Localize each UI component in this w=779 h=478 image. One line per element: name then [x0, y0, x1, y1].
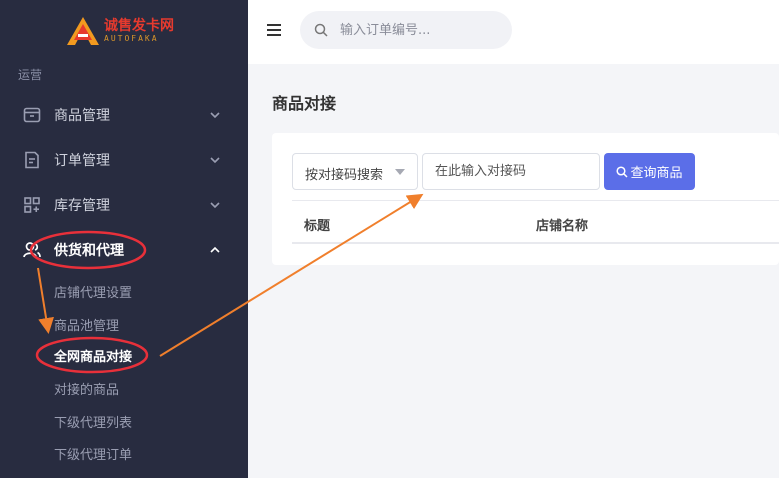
chevron-down-icon [210, 202, 220, 209]
chevron-down-icon [210, 157, 220, 164]
docking-code-input[interactable] [422, 153, 600, 190]
sidebar-subitem-product-pool[interactable]: 商品池管理 [54, 315, 119, 334]
sidebar: 诚售发卡网 AUTOFAKA 运营 商品管理 订单管理 库存管理 供货和代理 店… [0, 0, 248, 478]
sidebar-subitem-sub-agent-list[interactable]: 下级代理列表 [54, 412, 132, 431]
chevron-down-icon [210, 112, 220, 119]
order-search-input[interactable] [340, 11, 505, 49]
search-icon [314, 23, 328, 37]
order-icon [25, 151, 39, 169]
search-type-select[interactable]: 按对接码搜索 [292, 153, 418, 190]
logo-icon [67, 17, 99, 45]
box-icon [23, 107, 41, 123]
sidebar-subitem-sub-agent-orders[interactable]: 下级代理订单 [54, 444, 132, 463]
grid-icon [24, 197, 40, 213]
sidebar-item-inventory[interactable]: 库存管理 [0, 185, 248, 225]
query-products-button[interactable]: 查询商品 [604, 153, 695, 190]
search-card: 按对接码搜索 查询商品 标题 店铺名称 [272, 133, 779, 265]
sidebar-item-supply-agent[interactable]: 供货和代理 [0, 230, 248, 270]
brand-subtitle: AUTOFAKA [104, 34, 159, 43]
user-icon [23, 242, 41, 258]
sidebar-subitem-network-docking[interactable]: 全网商品对接 [54, 346, 132, 365]
sidebar-section-title: 运营 [18, 68, 43, 82]
sidebar-item-products[interactable]: 商品管理 [0, 95, 248, 135]
caret-down-icon [395, 169, 405, 175]
table-header: 标题 店铺名称 [292, 200, 779, 244]
sidebar-item-orders[interactable]: 订单管理 [0, 140, 248, 180]
column-header-title: 标题 [304, 219, 331, 234]
sidebar-item-label: 商品管理 [54, 108, 110, 124]
sidebar-item-label: 供货和代理 [54, 243, 124, 259]
brand-title: 诚售发卡网 [104, 18, 174, 34]
order-search-box [300, 11, 512, 49]
chevron-up-icon [210, 246, 220, 253]
page-title: 商品对接 [272, 94, 337, 113]
menu-icon[interactable] [266, 22, 282, 38]
sidebar-subitem-shop-agent-settings[interactable]: 店铺代理设置 [54, 282, 132, 301]
topbar [248, 0, 779, 64]
sidebar-item-label: 库存管理 [54, 198, 110, 214]
sidebar-subitem-docked-products[interactable]: 对接的商品 [54, 379, 119, 398]
column-header-shop-name: 店铺名称 [536, 219, 589, 234]
search-icon [616, 165, 629, 178]
sidebar-item-label: 订单管理 [54, 153, 110, 169]
brand-logo[interactable]: 诚售发卡网 AUTOFAKA [66, 16, 174, 46]
search-type-value: 按对接码搜索 [305, 168, 384, 183]
query-button-label: 查询商品 [630, 165, 683, 180]
